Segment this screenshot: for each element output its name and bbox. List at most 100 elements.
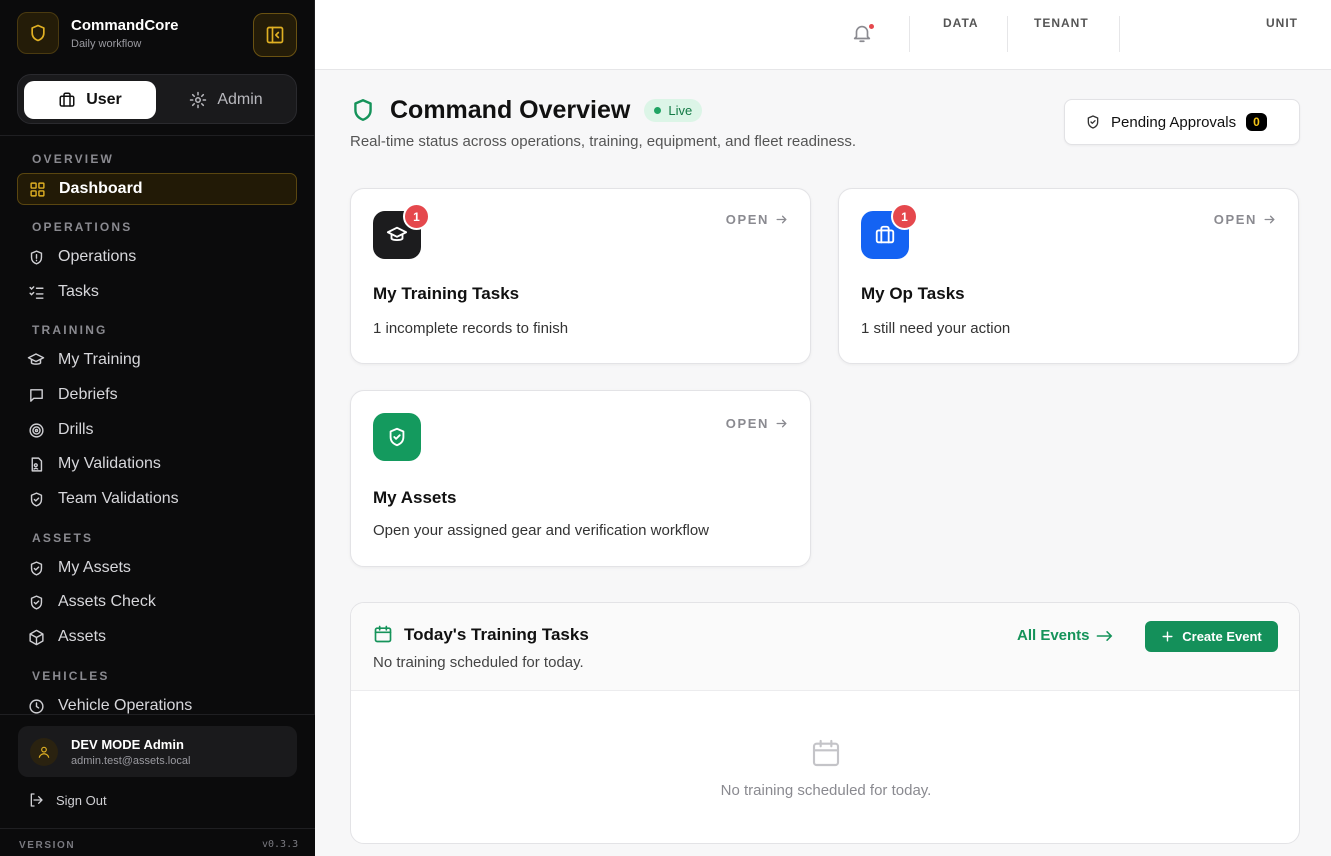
tenant-selector[interactable]: TENANT — [1034, 16, 1089, 30]
grid-icon — [27, 179, 47, 199]
sidebar-item-assets[interactable]: Assets — [17, 621, 297, 653]
nav-section-operations: OPERATIONS — [32, 220, 133, 234]
sidebar-item-operations[interactable]: Operations — [17, 241, 297, 273]
sidebar-item-my-validations[interactable]: My Validations — [17, 448, 297, 480]
pending-approvals-label: Pending Approvals — [1111, 113, 1237, 131]
sidebar-item-label: Tasks — [58, 283, 99, 300]
all-events-label: All Events — [1017, 627, 1090, 644]
brand-logo — [17, 12, 59, 54]
sidebar-item-label: Operations — [58, 248, 137, 265]
all-events-link[interactable]: All Events — [1017, 627, 1114, 644]
mode-user-label: User — [86, 91, 122, 108]
create-event-button[interactable]: Create Event — [1145, 621, 1278, 652]
sidebar-item-team-validations[interactable]: Team Validations — [17, 483, 297, 515]
open-label: OPEN — [1213, 212, 1257, 227]
sidebar-item-label: My Validations — [58, 455, 161, 472]
panel-left-close-icon — [266, 26, 284, 44]
briefcase-icon — [59, 92, 75, 107]
avatar — [30, 738, 58, 766]
user-email: admin.test@assets.local — [71, 755, 191, 767]
count-badge: 1 — [891, 203, 918, 230]
collapse-sidebar-button[interactable] — [253, 13, 297, 57]
page-subtitle: Real-time status across operations, trai… — [350, 133, 857, 150]
log-out-icon — [30, 793, 43, 807]
topbar-separator — [1007, 16, 1008, 52]
status-badge: Live — [644, 98, 703, 122]
page-title: Command Overview — [390, 95, 631, 124]
arrow-right-icon — [776, 215, 787, 224]
message-square-icon — [26, 385, 46, 405]
sidebar-item-label: Vehicle Operations — [58, 697, 193, 714]
shield-check-icon — [389, 427, 405, 447]
nav-section-overview: OVERVIEW — [32, 152, 115, 166]
shield-alert-icon — [26, 247, 46, 267]
card-title: My Assets — [373, 488, 457, 507]
card-title: My Op Tasks — [861, 284, 965, 303]
user-name: DEV MODE Admin — [71, 737, 184, 752]
arrow-right-icon — [1264, 215, 1275, 224]
shield-check-icon — [26, 558, 46, 578]
card-my-op-tasks[interactable]: 1 OPEN My Op Tasks 1 still need your act… — [838, 188, 1299, 364]
sidebar-item-label: Team Validations — [58, 490, 179, 507]
sign-out-button[interactable]: Sign Out — [28, 792, 107, 808]
nav-section-assets: ASSETS — [32, 531, 94, 545]
shield-check-icon — [26, 592, 46, 612]
sidebar-item-label: My Training — [58, 351, 141, 368]
open-label: OPEN — [725, 416, 769, 431]
open-link[interactable]: OPEN — [1214, 212, 1276, 227]
sidebar-item-dashboard[interactable]: Dashboard — [17, 173, 297, 205]
sidebar-item-debriefs[interactable]: Debriefs — [17, 379, 297, 411]
mode-admin-button[interactable]: Admin — [160, 81, 292, 119]
sidebar-item-label: Debriefs — [58, 386, 118, 403]
user-card[interactable]: DEV MODE Admin admin.test@assets.local — [18, 726, 297, 777]
panel-subtitle: No training scheduled for today. — [373, 654, 584, 671]
brand-name: CommandCore — [71, 17, 179, 34]
open-link[interactable]: OPEN — [726, 416, 788, 431]
pending-approvals-button[interactable]: Pending Approvals 0 — [1064, 99, 1300, 145]
sidebar-item-tasks[interactable]: Tasks — [17, 276, 297, 308]
card-my-training-tasks[interactable]: 1 OPEN My Training Tasks 1 incomplete re… — [350, 188, 811, 364]
card-description: 1 still need your action — [861, 320, 1011, 337]
notifications-button[interactable] — [851, 22, 875, 46]
unit-selector[interactable]: UNIT — [1266, 16, 1298, 30]
sidebar-item-my-training[interactable]: My Training — [17, 344, 297, 376]
card-my-assets[interactable]: OPEN My Assets Open your assigned gear a… — [350, 390, 811, 567]
sidebar-item-assets-check[interactable]: Assets Check — [17, 586, 297, 618]
box-icon — [26, 627, 46, 647]
sidebar-item-label: Assets Check — [58, 593, 156, 610]
user-icon — [38, 746, 50, 758]
sidebar-item-label: My Assets — [58, 559, 131, 576]
page-header: Command Overview Live — [350, 94, 703, 126]
arrow-right-icon — [776, 419, 787, 428]
clock-icon — [26, 696, 46, 716]
topbar: DATA TENANT UNIT — [315, 0, 1331, 70]
sidebar-item-my-assets[interactable]: My Assets — [17, 552, 297, 584]
topbar-separator — [909, 16, 910, 52]
brand: CommandCore Daily workflow — [17, 12, 297, 57]
open-link[interactable]: OPEN — [726, 212, 788, 227]
card-description: 1 incomplete records to finish — [373, 320, 569, 337]
version-number: v0.3.3 — [262, 839, 299, 850]
gear-icon — [190, 91, 207, 109]
card-icon-tile — [373, 413, 421, 461]
sidebar-item-drills[interactable]: Drills — [17, 414, 297, 446]
count-badge: 1 — [403, 203, 430, 230]
notification-dot — [869, 24, 874, 29]
pending-count-badge: 0 — [1246, 113, 1267, 131]
card-title: My Training Tasks — [373, 284, 520, 303]
create-event-label: Create Event — [1182, 629, 1262, 644]
live-dot — [654, 106, 662, 114]
shield-icon — [31, 24, 45, 42]
version-divider — [0, 828, 315, 829]
brand-subtitle: Daily workflow — [71, 38, 142, 50]
open-label: OPEN — [725, 212, 769, 227]
nav-divider — [0, 135, 315, 136]
file-user-icon — [26, 454, 46, 474]
live-label: Live — [668, 102, 693, 118]
mode-user-button[interactable]: User — [24, 81, 156, 119]
data-selector[interactable]: DATA — [943, 16, 979, 30]
version-label: VERSION — [19, 840, 76, 851]
sign-out-label: Sign Out — [56, 792, 107, 808]
panel-title: Today's Training Tasks — [404, 625, 589, 644]
empty-state-text: No training scheduled for today. — [720, 782, 932, 799]
